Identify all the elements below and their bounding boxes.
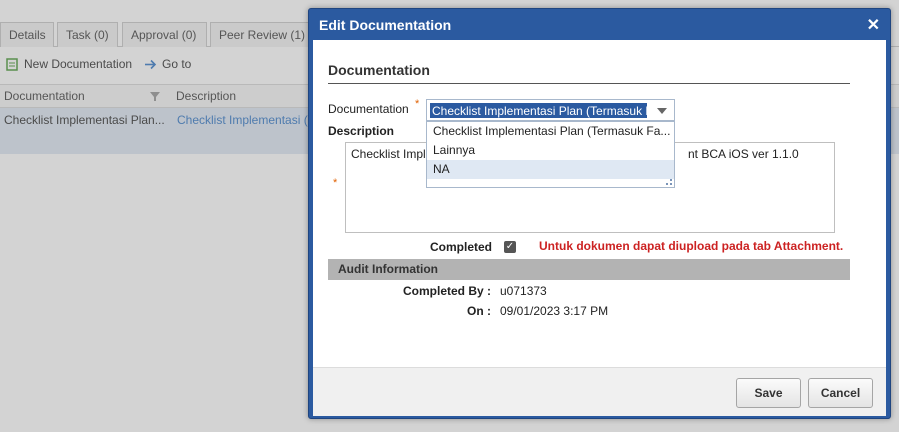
section-divider [328, 83, 850, 84]
dialog-body: Documentation Documentation * Checklist … [313, 40, 886, 367]
close-icon[interactable]: ✕ [867, 15, 880, 35]
section-title: Documentation [328, 62, 430, 78]
audit-section-header: Audit Information [328, 259, 850, 280]
dropdown-option[interactable]: Checklist Implementasi Plan (Termasuk Fa… [427, 122, 674, 141]
dialog-footer: Save Cancel [313, 367, 886, 416]
documentation-label: Documentation [328, 102, 409, 116]
completed-label: Completed [430, 240, 493, 254]
audit-title: Audit Information [338, 262, 438, 276]
required-marker: * [415, 98, 420, 110]
documentation-dropdown-list: Checklist Implementasi Plan (Termasuk Fa… [426, 121, 675, 188]
description-label: Description [328, 124, 395, 138]
dropdown-option[interactable]: NA [427, 160, 674, 179]
description-text-start: Checklist Imple [351, 147, 433, 161]
chevron-down-icon[interactable] [657, 108, 667, 114]
cancel-button[interactable]: Cancel [808, 378, 873, 408]
dropdown-option[interactable]: Lainnya [427, 141, 674, 160]
save-button[interactable]: Save [736, 378, 801, 408]
resize-grip-icon[interactable] [666, 179, 672, 185]
documentation-select[interactable]: Checklist Implementasi Plan (Termasuk F [426, 99, 675, 121]
description-required-marker: * [333, 177, 338, 189]
completed-by-value: u071373 [500, 284, 547, 298]
description-text-end: nt BCA iOS ver 1.1.0 [688, 147, 799, 161]
edit-documentation-dialog: Edit Documentation ✕ Documentation Docum… [308, 8, 891, 419]
on-value: 09/01/2023 3:17 PM [500, 304, 609, 318]
dialog-title: Edit Documentation [319, 17, 452, 33]
documentation-selected-value: Checklist Implementasi Plan (Termasuk F [430, 103, 647, 118]
on-label: On : [467, 304, 491, 318]
completed-checkbox[interactable]: ✓ [504, 241, 516, 253]
attachment-warning: Untuk dokumen dapat diupload pada tab At… [539, 239, 844, 253]
completed-by-label: Completed By : [402, 284, 491, 298]
